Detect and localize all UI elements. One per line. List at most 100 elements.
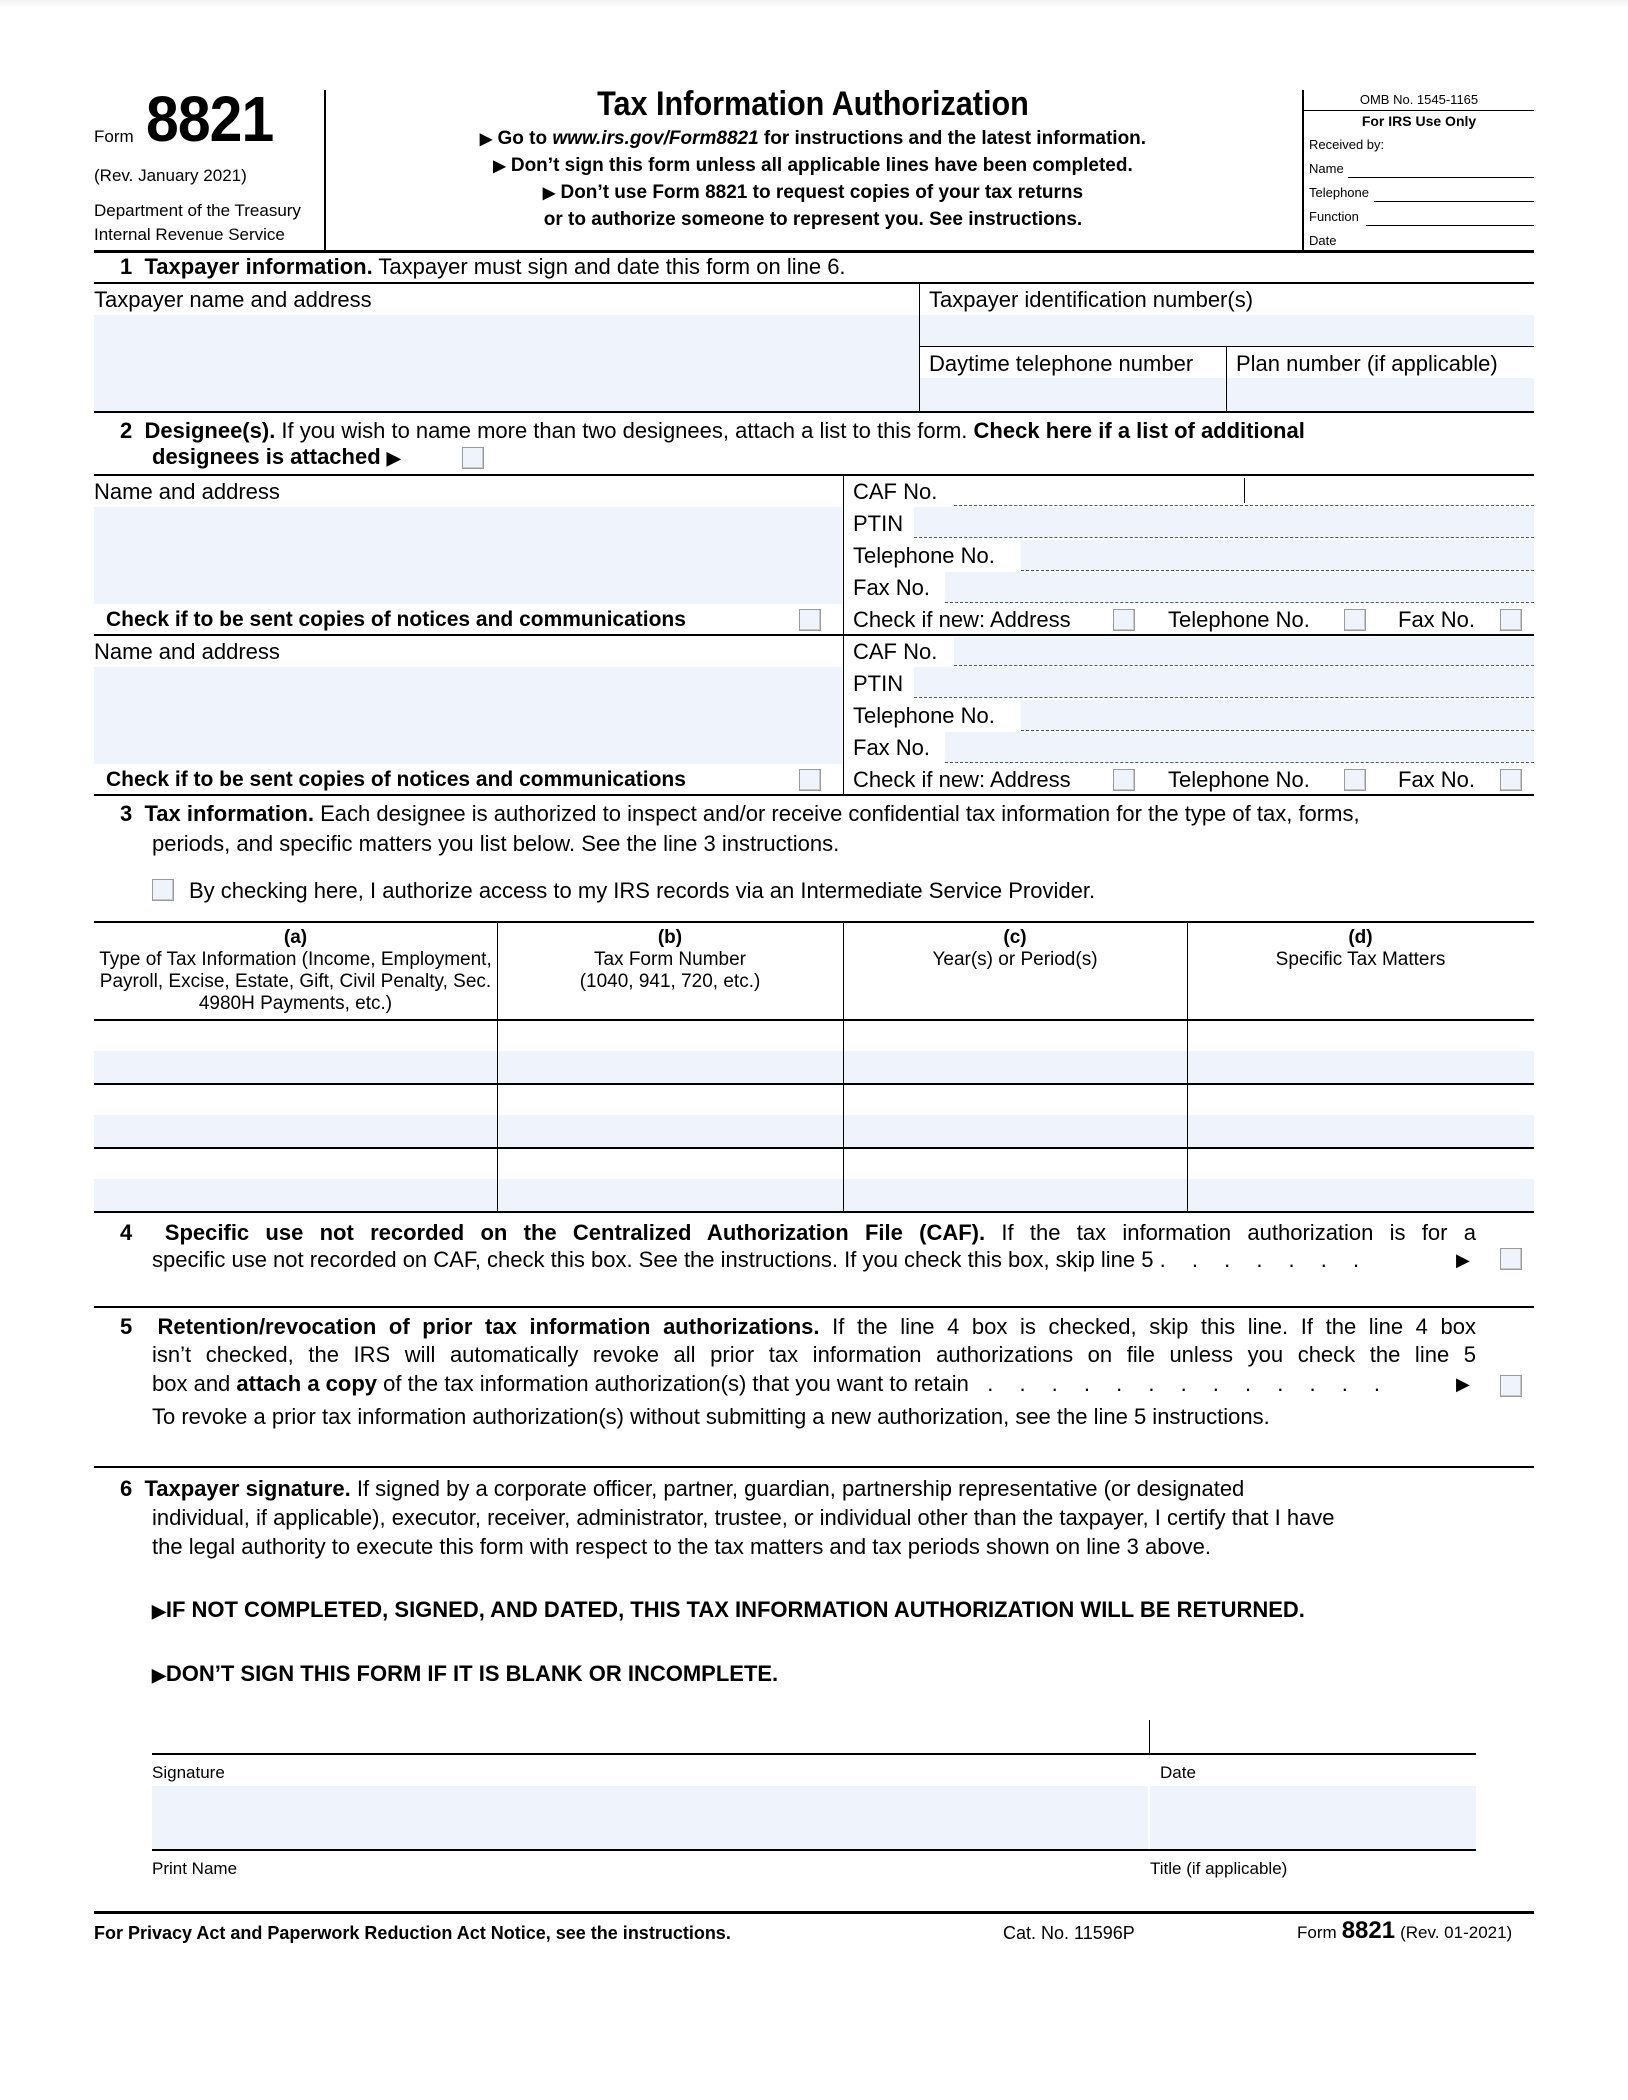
isp-label: By checking here, I authorize access to … — [189, 878, 1096, 903]
table-cell[interactable] — [498, 1115, 843, 1147]
line-5-text-2: isn’t checked, the IRS will automaticall… — [152, 1342, 1476, 1367]
table-column-divider — [497, 923, 498, 1213]
line-4-checkbox[interactable] — [1500, 1248, 1522, 1270]
line-2-heading-cont: designees is attached ▶ — [152, 444, 401, 469]
new-fax-checkbox[interactable] — [1500, 769, 1522, 791]
table-cell[interactable] — [498, 1051, 843, 1083]
fax-field[interactable] — [945, 572, 1534, 602]
copies-checkbox[interactable] — [799, 609, 821, 631]
table-cell[interactable] — [94, 1179, 497, 1211]
footer-form-id: Form 8821 (Rev. 01-2021) — [1297, 1917, 1513, 1944]
table-column-header: (d) Specific Tax Matters — [1189, 927, 1532, 971]
line-5-checkbox[interactable] — [1500, 1375, 1522, 1397]
telephone-field[interactable] — [1021, 540, 1534, 570]
plan-number-field[interactable] — [1227, 378, 1534, 411]
arrow-right-icon: ▶ — [542, 185, 556, 202]
print-name-field[interactable] — [152, 1786, 1148, 1849]
check-new-telephone-label: Telephone No. — [1168, 767, 1310, 792]
ptin-field[interactable] — [914, 507, 1534, 537]
additional-designees-checkbox[interactable] — [462, 447, 484, 469]
arrow-right-icon: ▶ — [386, 448, 401, 468]
print-name-line — [152, 1849, 1476, 1851]
signature-line — [152, 1753, 1476, 1755]
line-4-text-1: 4 Specific use not recorded on the Centr… — [120, 1220, 1476, 1245]
plan-number-label: Plan number (if applicable) — [1236, 351, 1498, 376]
fax-field[interactable] — [945, 732, 1534, 762]
title-label: Title (if applicable) — [1150, 1859, 1288, 1878]
arrow-right-icon: ▶ — [1456, 1250, 1470, 1270]
table-cell[interactable] — [94, 1051, 497, 1083]
date-field[interactable] — [1150, 1720, 1476, 1753]
column-label: Type of Tax Information (Income, Employm… — [99, 949, 492, 1014]
column-letter: (d) — [1348, 927, 1373, 948]
footer-rule — [94, 1911, 1534, 1914]
fax-label: Fax No. — [853, 575, 931, 600]
line-2-heading: 2 Designee(s). If you wish to name more … — [120, 418, 1305, 443]
line-6-text-1: 6 Taxpayer signature. If signed by a cor… — [120, 1476, 1245, 1501]
form-number: 8821 — [146, 83, 274, 155]
table-row-rule — [94, 1083, 1534, 1085]
catalog-number: Cat. No. 11596P — [1003, 1923, 1135, 1943]
isp-checkbox[interactable] — [152, 879, 174, 901]
title-field[interactable] — [1150, 1786, 1476, 1849]
caf-field[interactable] — [954, 637, 1534, 665]
telephone-label: Telephone No. — [853, 543, 995, 568]
table-header-rule — [94, 1019, 1534, 1021]
tin-rule — [920, 346, 1534, 347]
table-cell[interactable] — [1188, 1115, 1534, 1147]
designee-name-address-field[interactable] — [94, 507, 842, 604]
line-5-text-4: To revoke a prior tax information author… — [152, 1404, 1270, 1429]
designee-1-bottom-rule — [94, 634, 1534, 636]
table-cell[interactable] — [844, 1051, 1187, 1083]
new-telephone-checkbox[interactable] — [1344, 769, 1366, 791]
line-number: 5 — [120, 1314, 133, 1339]
signature-label: Signature — [152, 1763, 225, 1782]
line-number: 6 — [120, 1476, 133, 1501]
arrow-right-icon: ▶ — [1456, 1374, 1470, 1394]
new-telephone-checkbox[interactable] — [1344, 609, 1366, 631]
copies-checkbox[interactable] — [799, 769, 821, 791]
check-new-fax-label: Fax No. — [1398, 607, 1476, 632]
table-row-rule — [94, 1211, 1534, 1213]
table-cell[interactable] — [94, 1115, 497, 1147]
caf-label: CAF No. — [853, 639, 938, 664]
table-row-rule — [94, 1147, 1534, 1149]
daytime-phone-field[interactable] — [920, 378, 1225, 411]
column-letter: (c) — [1003, 927, 1027, 948]
tax-information-table: (a) Type of Tax Information (Income, Empl… — [94, 923, 1534, 1213]
signature-field[interactable] — [152, 1720, 1148, 1753]
telephone-field[interactable] — [1021, 700, 1534, 730]
check-new-telephone-label: Telephone No. — [1168, 607, 1310, 632]
caf-field[interactable] — [954, 505, 1534, 506]
ptin-dash — [914, 537, 1534, 538]
line-3-heading: 3 Tax information. Each designee is auth… — [120, 801, 1360, 826]
fax-label: Fax No. — [853, 735, 931, 760]
new-address-checkbox[interactable] — [1113, 609, 1135, 631]
agency: Internal Revenue Service — [94, 225, 285, 244]
designee-name-address-label: Name and address — [94, 639, 280, 664]
table-cell[interactable] — [844, 1115, 1187, 1147]
designee-name-address-field[interactable] — [94, 667, 842, 764]
table-cell[interactable] — [844, 1179, 1187, 1211]
line-number: 1 — [120, 254, 133, 279]
ptin-field[interactable] — [914, 667, 1534, 697]
column-label: Specific Tax Matters — [1275, 949, 1446, 970]
tin-label: Taxpayer identification number(s) — [929, 287, 1254, 312]
fax-dash — [945, 762, 1534, 763]
table-column-header: (b) Tax Form Number (1040, 941, 720, etc.… — [499, 927, 841, 993]
instructions-link[interactable]: www.irs.gov/Form8821 — [552, 128, 758, 149]
table-cell[interactable] — [1188, 1051, 1534, 1083]
table-cell[interactable] — [498, 1179, 843, 1211]
line-5-bottom-rule — [94, 1466, 1534, 1468]
new-fax-checkbox[interactable] — [1500, 609, 1522, 631]
table-cell[interactable] — [1188, 1179, 1534, 1211]
new-address-checkbox[interactable] — [1113, 769, 1135, 791]
irs-telephone-line — [1374, 201, 1534, 202]
irs-function-label: Function — [1309, 209, 1359, 224]
taxpayer-name-address-field[interactable] — [94, 315, 919, 411]
table-column-divider — [843, 923, 844, 1213]
table-column-divider — [1187, 923, 1188, 1213]
line-1-heading: 1 Taxpayer information. Taxpayer must si… — [120, 254, 846, 279]
tin-field[interactable] — [920, 315, 1534, 346]
irs-date-label: Date — [1309, 233, 1337, 248]
